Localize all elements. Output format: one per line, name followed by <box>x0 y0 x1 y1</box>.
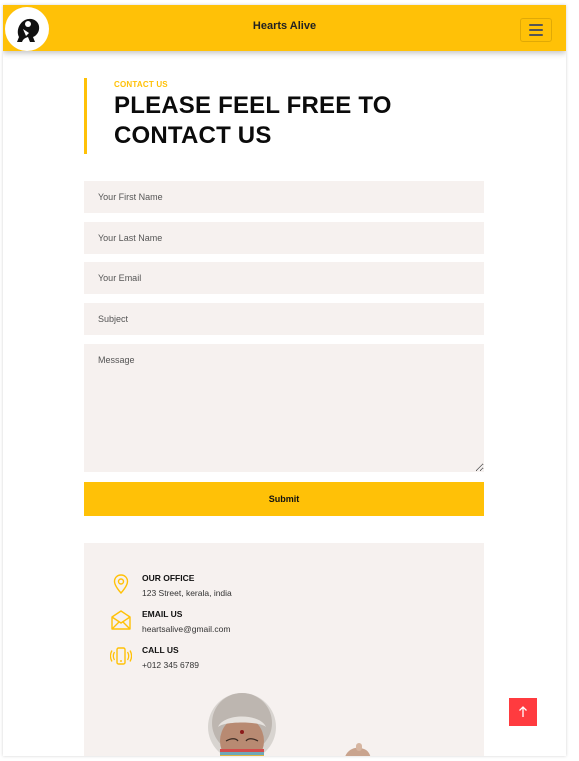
contact-info-card: OUR OFFICE 123 Street, kerala, india EMA… <box>84 543 484 756</box>
menu-toggle-button[interactable] <box>520 18 552 42</box>
section-title-line1: PLEASE FEEL FREE TO <box>114 92 392 119</box>
page-frame: Hearts Alive CONTACT US PLEASE FEEL FREE… <box>3 5 566 756</box>
last-name-input[interactable] <box>84 222 484 254</box>
brand-name[interactable]: Hearts Alive <box>3 20 566 32</box>
section-title-line2: CONTACT US <box>114 122 272 149</box>
hamburger-icon-bar <box>529 29 543 31</box>
submit-button[interactable]: Submit <box>84 482 484 516</box>
office-title: OUR OFFICE <box>142 573 195 583</box>
subject-input[interactable] <box>84 303 484 335</box>
office-address: 123 Street, kerala, india <box>142 588 232 598</box>
phone-vibrate-icon <box>110 647 132 665</box>
hamburger-icon-bar <box>529 24 543 26</box>
phone-title: CALL US <box>142 645 179 655</box>
arrow-up-icon <box>519 706 527 717</box>
phone-number[interactable]: +012 345 6789 <box>142 660 199 670</box>
message-textarea[interactable] <box>84 344 484 472</box>
back-to-top-button[interactable] <box>509 698 537 726</box>
navbar: Hearts Alive <box>3 5 566 51</box>
section-title: PLEASE FEEL FREE TO CONTACT US <box>114 91 392 151</box>
email-input[interactable] <box>84 262 484 294</box>
location-pin-icon <box>113 574 129 595</box>
envelope-icon <box>111 610 131 630</box>
section-heading: CONTACT US PLEASE FEEL FREE TO CONTACT U… <box>84 78 392 154</box>
email-title: EMAIL US <box>142 609 183 619</box>
first-name-input[interactable] <box>84 181 484 213</box>
elderly-woman-photo <box>208 693 371 756</box>
section-eyebrow: CONTACT US <box>114 80 168 89</box>
hamburger-icon-bar <box>529 34 543 36</box>
email-address[interactable]: heartsalive@gmail.com <box>142 624 230 634</box>
